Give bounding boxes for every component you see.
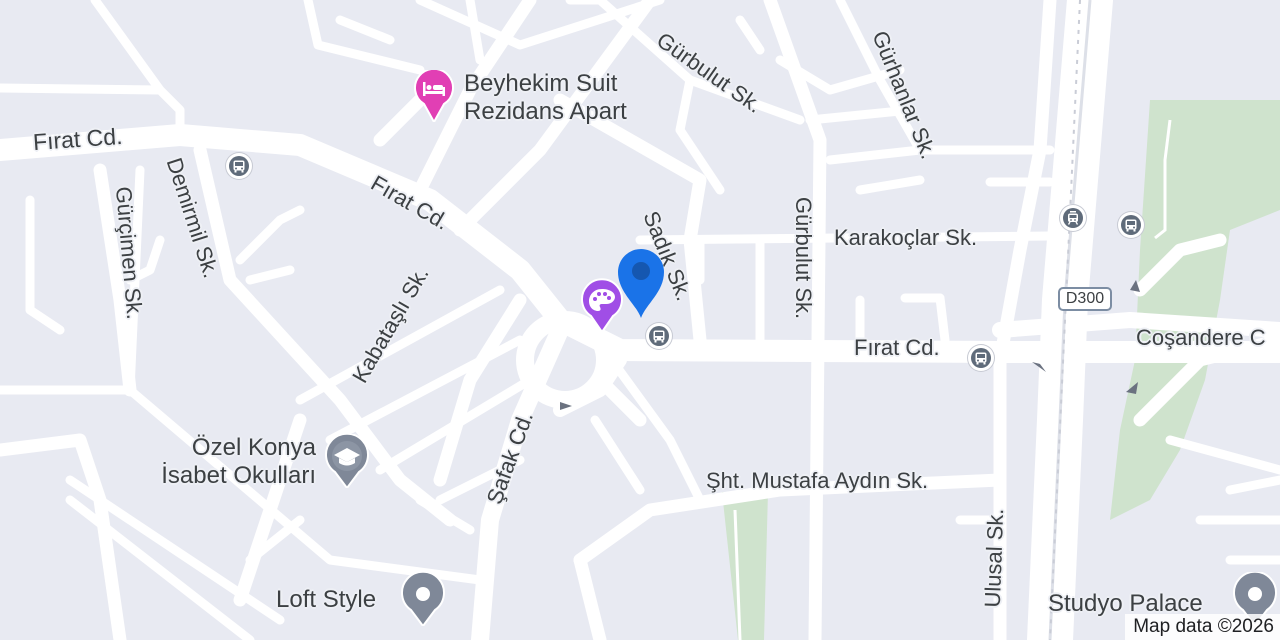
street-label-sht-mustafa-aydin-sk: Şht. Mustafa Aydın Sk. [706, 468, 929, 493]
graduation-cap-icon[interactable] [324, 432, 370, 490]
hotel-name-line1: Beyhekim Suit [464, 70, 618, 97]
street-label-ulusal-sk: Ulusal Sk. [979, 508, 1009, 608]
hotel-name-line2: Rezidans Apart [464, 98, 627, 125]
poi-label-school[interactable]: Özel Konya İsabet Okulları [120, 434, 316, 490]
bus-stop-icon[interactable] [968, 345, 994, 371]
route-shield-d300: D300 [1058, 287, 1112, 311]
street-label-gurbulut-sk-mid: Gürbulut Sk. [791, 196, 817, 320]
school-name-line1: Özel Konya [191, 434, 316, 461]
tram-stop-icon[interactable] [1060, 205, 1086, 231]
bus-stop-icon[interactable] [1118, 212, 1144, 238]
street-label-firat-cd-east: Fırat Cd. [854, 335, 940, 360]
bus-stop-icon[interactable] [646, 323, 672, 349]
map-canvas[interactable]: Fırat Cd. Fırat Cd. Fırat Cd. Gürbulut S… [0, 0, 1280, 640]
park-area-strip [722, 492, 768, 640]
street-label-cosandere: Coşandere C [1136, 325, 1266, 350]
park-area-east [1110, 100, 1280, 520]
poi-label-hotel[interactable]: Beyhekim Suit Rezidans Apart [464, 70, 627, 126]
map-attribution[interactable]: Map data ©2026 [1125, 614, 1280, 640]
poi-label-loft-style[interactable]: Loft Style [276, 586, 376, 614]
hotel-bed-icon[interactable] [414, 67, 454, 125]
place-dot-icon[interactable] [400, 570, 446, 628]
location-pin-icon[interactable] [614, 244, 668, 320]
street-label-karakoclar-sk: Karakoçlar Sk. [834, 225, 978, 250]
school-name-line2: İsabet Okulları [161, 462, 316, 489]
bus-stop-icon[interactable] [226, 153, 252, 179]
